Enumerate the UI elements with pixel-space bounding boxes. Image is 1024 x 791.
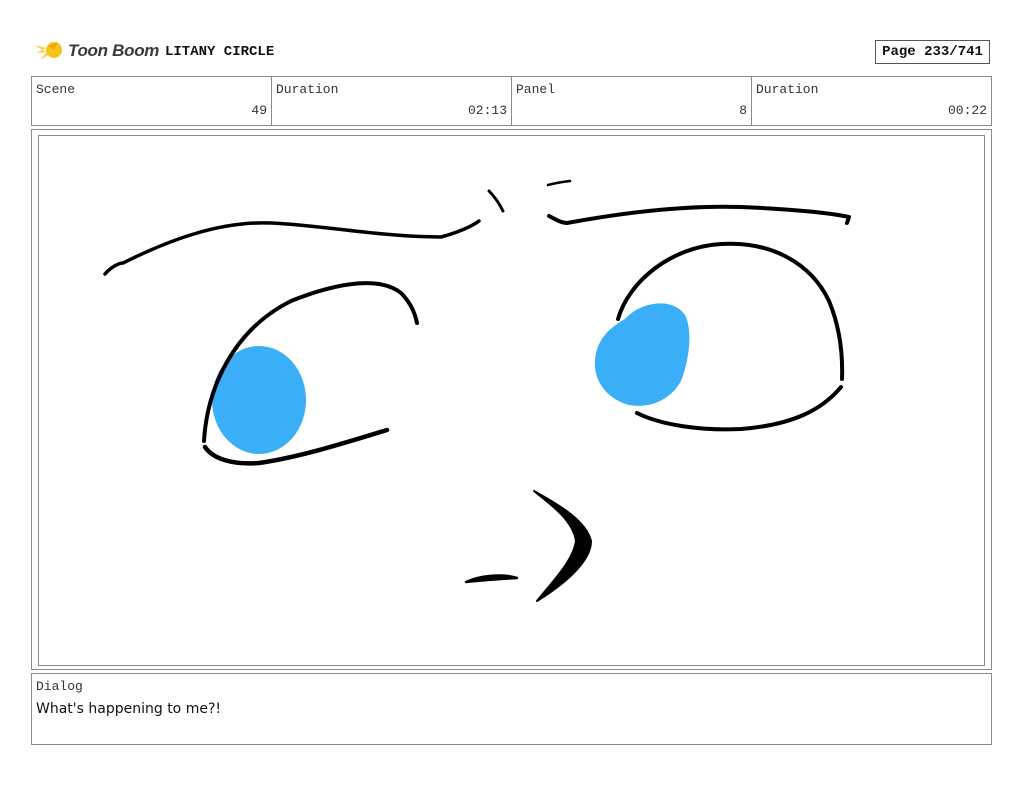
panel-info-row: Scene 49 Duration 02:13 Panel 8 Duration… [31,76,992,126]
panel-duration-cell: Duration 00:22 [752,77,991,125]
toon-boom-star-icon [34,42,62,60]
logo-text: Toon Boom [68,41,160,60]
panel-label: Panel [516,82,556,97]
face-sketch-drawing [103,179,851,602]
scene-value: 49 [251,103,267,118]
scene-duration-value: 02:13 [467,103,507,118]
scene-cell: Scene 49 [32,77,272,125]
right-eyebrow [547,204,851,225]
mouth-stroke [464,574,519,584]
storyboard-panel-frame [31,129,992,670]
page-counter: Page 233/741 [875,40,990,64]
scene-duration-cell: Duration 02:13 [272,77,512,125]
panel-duration-label: Duration [756,82,819,97]
panel-duration-value: 00:22 [947,103,987,118]
dialog-box: Dialog What's happening to me?! [31,673,992,745]
brow-crease-left [487,189,505,213]
left-eyebrow [103,219,481,276]
dialog-text: What's happening to me?! [36,701,221,717]
project-title: LITANY CIRCLE [165,44,275,60]
dialog-label: Dialog [36,679,83,694]
scene-duration-label: Duration [276,82,339,97]
brow-crease-right [546,179,572,187]
panel-cell: Panel 8 [512,77,752,125]
storyboard-panel-image [38,135,985,666]
scene-label: Scene [36,82,76,97]
panel-value: 8 [739,103,747,118]
toon-boom-logo: Toon Boom [32,36,159,66]
right-iris [594,303,690,406]
nose-stroke [533,490,592,602]
